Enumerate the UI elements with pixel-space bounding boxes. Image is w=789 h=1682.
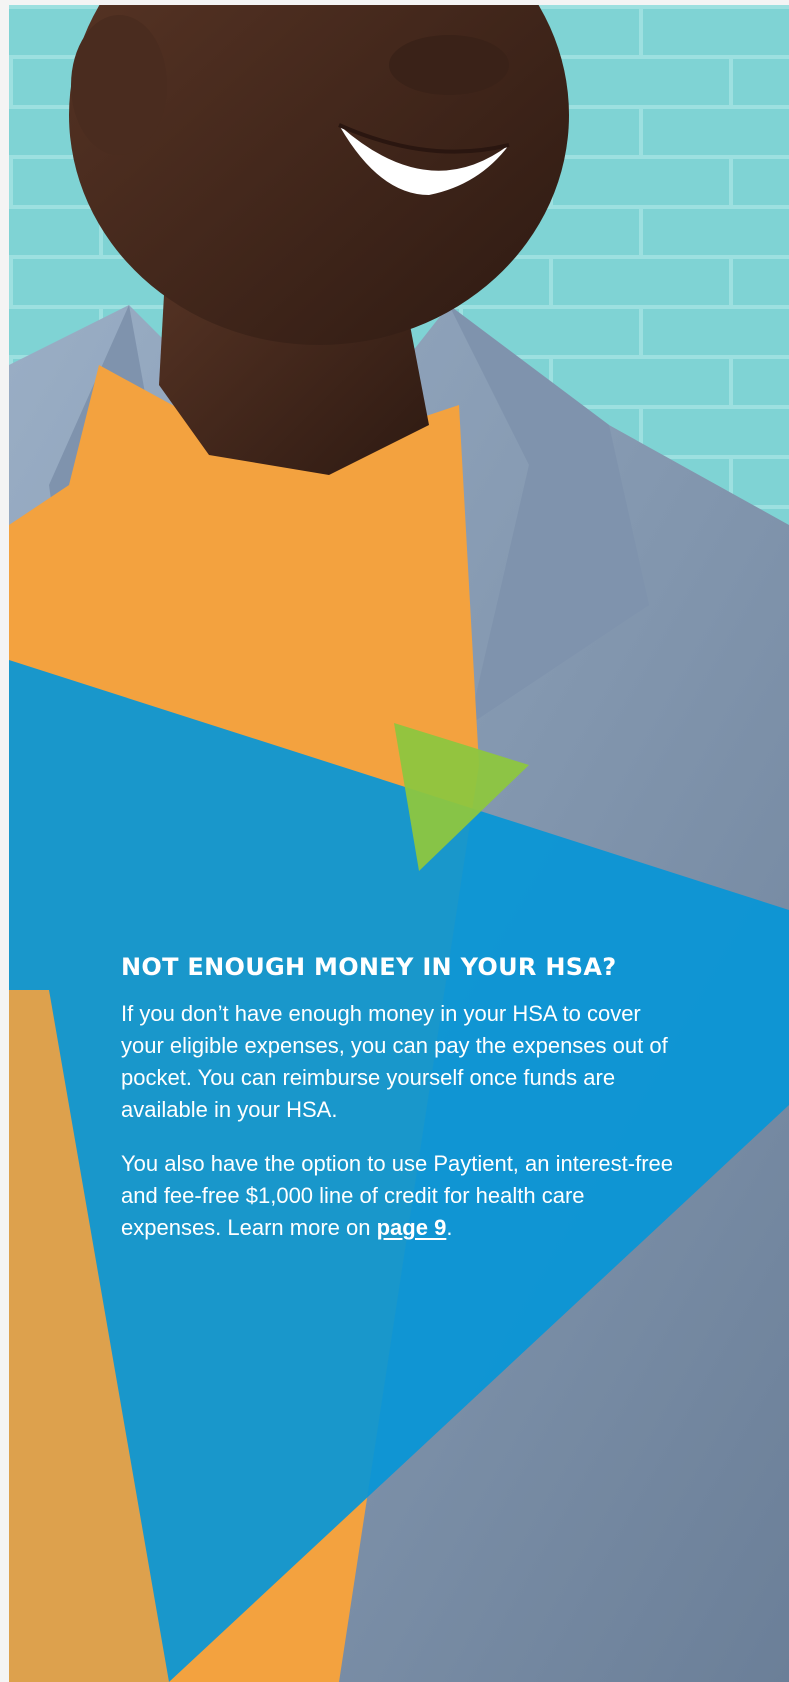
section-heading: NOT ENOUGH MONEY IN YOUR HSA? [121, 953, 617, 981]
page: NOT ENOUGH MONEY IN YOUR HSA? If you don… [9, 5, 789, 1682]
paytient-paragraph-end: . [446, 1215, 453, 1240]
page-9-link[interactable]: page 9 [377, 1215, 447, 1240]
paytient-paragraph: You also have the option to use Paytient… [121, 1148, 681, 1244]
hero-photo [9, 5, 789, 1682]
reimbursement-paragraph: If you don’t have enough money in your H… [121, 1001, 668, 1122]
hsa-info-block: NOT ENOUGH MONEY IN YOUR HSA? If you don… [121, 952, 681, 1266]
